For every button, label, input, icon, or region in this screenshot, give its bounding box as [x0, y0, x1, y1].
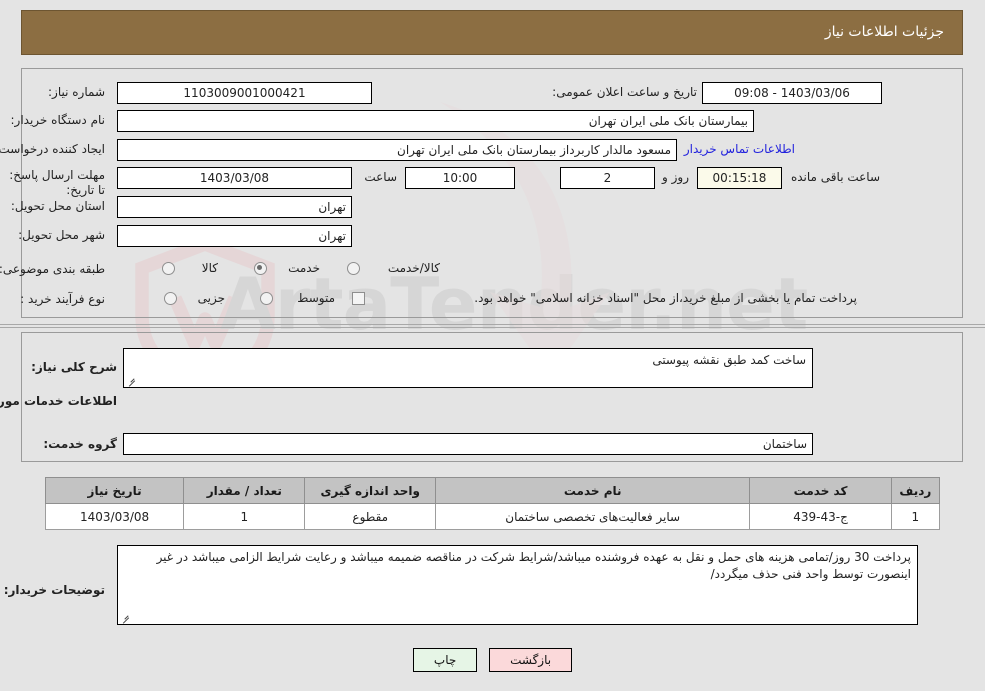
radio-category-kala-khedmat[interactable]	[347, 262, 360, 275]
col-quantity: تعداد / مقدار	[183, 477, 306, 504]
general-description-label: شرح کلی نیاز:	[31, 360, 117, 374]
deadline-date-value: 1403/03/08	[117, 167, 352, 189]
services-section-title: اطلاعات خدمات مورد نیاز	[0, 394, 117, 408]
deadline-hour-value: 10:00	[405, 167, 515, 189]
services-table-wrapper: ردیف کد خدمت نام خدمت واحد اندازه گیری ت…	[44, 477, 941, 530]
radio-category-khedmat-label: خدمت	[288, 261, 320, 275]
col-need-date: تاریخ نیاز	[44, 477, 185, 504]
subject-category-label: طبقه بندی موضوعی:	[0, 262, 105, 276]
buyer-notes-line-1: پرداخت 30 روز/تمامی هزینه های حمل و نقل …	[305, 550, 911, 564]
services-table: ردیف کد خدمت نام خدمت واحد اندازه گیری ت…	[44, 477, 941, 530]
need-number-value: 1103009001000421	[117, 82, 372, 104]
countdown-timer-value: 00:15:18	[697, 167, 782, 189]
delivery-province-value: تهران	[117, 196, 352, 218]
service-group-label: گروه خدمت:	[43, 437, 117, 451]
cell-quantity: 1	[183, 503, 306, 530]
checkbox-treasury-documents[interactable]	[352, 292, 365, 305]
radio-category-kala-khedmat-label: کالا/خدمت	[387, 261, 440, 275]
back-button[interactable]: بازگشت	[489, 648, 573, 672]
page-header: جزئیات اطلاعات نیاز	[21, 10, 963, 55]
cell-service-code: ج-43-439	[749, 503, 892, 530]
buyer-notes-textarea[interactable]: پرداخت 30 روز/تمامی هزینه های حمل و نقل …	[117, 545, 918, 625]
resize-grip-icon[interactable]	[127, 376, 137, 386]
cell-row-no: 1	[890, 503, 941, 530]
table-row: 1 ج-43-439 سایر فعالیت‌های تخصصی ساختمان…	[44, 503, 941, 530]
col-row-no: ردیف	[890, 477, 941, 504]
response-deadline-label: مهلت ارسال پاسخ: تا تاریخ:	[9, 168, 105, 197]
need-details-page: ArtaTender.net جزئیات اطلاعات نیاز شماره…	[0, 0, 985, 691]
purchase-process-label: نوع فرآیند خرید :	[20, 292, 105, 306]
radio-process-motavaset[interactable]	[260, 292, 273, 305]
col-service-code: کد خدمت	[749, 477, 892, 504]
page-title: جزئیات اطلاعات نیاز	[824, 24, 944, 40]
request-creator-label: ایجاد کننده درخواست:	[0, 142, 105, 156]
delivery-city-value: تهران	[117, 225, 352, 247]
remaining-days-value: 2	[560, 167, 655, 189]
hour-label: ساعت	[364, 170, 397, 184]
col-service-name: نام خدمت	[435, 477, 751, 504]
table-header-row: ردیف کد خدمت نام خدمت واحد اندازه گیری ت…	[44, 477, 941, 504]
delivery-city-label: شهر محل تحویل:	[18, 228, 105, 242]
buyer-organization-value: بیمارستان بانک ملی ایران تهران	[117, 110, 754, 132]
need-info-panel	[21, 68, 963, 318]
buyer-contact-link[interactable]: اطلاعات تماس خریدار	[684, 142, 795, 156]
resize-grip-icon[interactable]	[121, 613, 131, 623]
radio-process-jozyi[interactable]	[164, 292, 177, 305]
announcement-datetime-value: 1403/03/06 - 09:08	[702, 82, 882, 104]
action-buttons: بازگشت چاپ	[0, 648, 985, 672]
print-button[interactable]: چاپ	[412, 648, 478, 672]
remaining-hours-label: ساعت باقی مانده	[790, 170, 880, 184]
buyer-notes-label: توضیحات خریدار:	[3, 583, 105, 597]
general-description-textarea[interactable]: ساخت کمد طبق نقشه پیوستی	[123, 348, 813, 388]
delivery-province-label: استان محل تحویل:	[10, 199, 105, 213]
radio-process-jozyi-label: جزیی	[197, 291, 225, 305]
col-unit: واحد اندازه گیری	[304, 477, 437, 504]
radio-process-motavaset-label: متوسط	[297, 291, 335, 305]
announcement-datetime-label: تاریخ و ساعت اعلان عمومی:	[552, 85, 697, 99]
request-creator-value: مسعود مالدار کاربرداز بیمارستان بانک ملی…	[117, 139, 677, 161]
general-description-value: ساخت کمد طبق نقشه پیوستی	[652, 353, 806, 367]
service-group-value: ساختمان	[123, 433, 813, 455]
radio-category-kala-label: کالا	[201, 261, 218, 275]
cell-unit: مقطوع	[304, 503, 437, 530]
cell-service-name: سایر فعالیت‌های تخصصی ساختمان	[435, 503, 751, 530]
cell-need-date: 1403/03/08	[44, 503, 185, 530]
radio-category-khedmat[interactable]	[254, 262, 267, 275]
need-number-label: شماره نیاز:	[48, 85, 105, 99]
days-label: روز و	[662, 170, 689, 184]
buyer-organization-label: نام دستگاه خریدار:	[10, 113, 106, 127]
radio-category-kala[interactable]	[162, 262, 175, 275]
treasury-documents-note: پرداخت تمام یا بخشی از مبلغ خرید،از محل …	[474, 291, 857, 305]
